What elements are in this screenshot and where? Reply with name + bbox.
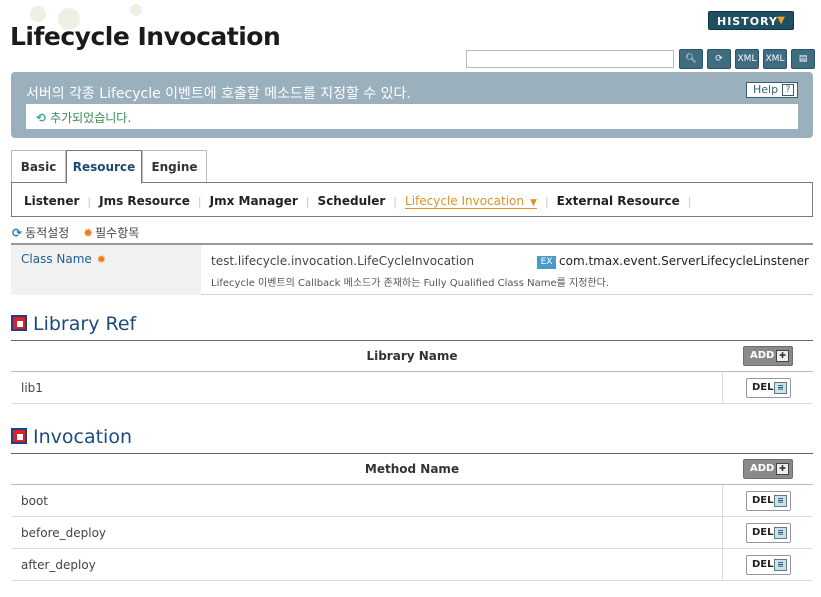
header-decoration [130, 4, 142, 16]
help-label: Help [753, 83, 779, 96]
invocation-section-title: Invocation [11, 426, 132, 448]
subnav-item-jms-resource[interactable]: Jms Resource [99, 194, 190, 208]
subnav-item-label: Lifecycle Invocation [405, 194, 524, 208]
required-icon: ✹ [83, 226, 94, 240]
subnav-divider: | [393, 195, 398, 208]
delete-label: DEL [752, 527, 774, 538]
add-icon: ✚ [776, 350, 789, 362]
library-delete-button[interactable]: DEL ≡ [746, 378, 791, 398]
add-icon: ✚ [776, 463, 789, 475]
dynamic-setting-icon: ⟳ [12, 226, 23, 240]
library-name-column: Library Name [366, 349, 458, 363]
triangle-down-icon: ▼ [530, 198, 537, 208]
invocation-delete-button[interactable]: DEL ≡ [746, 491, 791, 511]
method-name-cell: after_deploy [21, 558, 96, 572]
library-name-cell: lib1 [21, 381, 43, 395]
sub-navigation: Listener | Jms Resource | Jmx Manager | Schedu… [11, 182, 813, 217]
table-row: boot DEL ≡ [11, 485, 813, 517]
subnav-item-listener[interactable]: Listener [24, 194, 79, 208]
invocation-header: Method Name ADD ✚ [11, 454, 813, 485]
page-description: 서버의 각종 Lifecycle 이벤트에 호출할 메소드를 지정할 수 있다. [26, 86, 411, 102]
legend-required: 필수항목 [95, 226, 140, 240]
delete-label: DEL [752, 495, 774, 506]
history-button[interactable]: HISTORY ▼ [708, 11, 794, 30]
tab-resource[interactable]: Resource [66, 150, 142, 184]
table-row: lib1 DEL ≡ [11, 372, 813, 404]
delete-label: DEL [752, 559, 774, 570]
table-row: after_deploy DEL ≡ [11, 549, 813, 581]
library-ref-header: Library Name ADD ✚ [11, 341, 813, 372]
chevron-down-icon: ▼ [777, 15, 786, 26]
invocation-delete-button[interactable]: DEL ≡ [746, 555, 791, 575]
library-ref-section-title: Library Ref [11, 313, 136, 335]
section-flag-icon [11, 428, 27, 444]
library-add-button[interactable]: ADD ✚ [743, 346, 793, 366]
add-label: ADD [750, 350, 775, 361]
library-ref-table: Library Name ADD ✚ lib1 DEL ≡ [11, 340, 813, 404]
row-actions: DEL ≡ [722, 372, 813, 403]
method-name-column: Method Name [364, 462, 460, 476]
delete-icon: ≡ [774, 382, 787, 394]
delete-icon: ≡ [774, 527, 787, 539]
section-flag-icon [11, 315, 27, 331]
library-ref-title: Library Ref [33, 313, 137, 335]
subnav-divider: | [305, 195, 310, 208]
legend-dynamic: 동적설정 [25, 226, 70, 240]
page-title: Lifecycle Invocation [10, 22, 281, 51]
invocation-delete-button[interactable]: DEL ≡ [746, 523, 791, 543]
subnav-item-scheduler[interactable]: Scheduler [318, 194, 386, 208]
class-name-form: Class Name ✹ test.lifecycle.invocation.Li… [11, 243, 813, 295]
row-actions: DEL ≡ [722, 485, 813, 516]
row-actions: DEL ≡ [722, 517, 813, 548]
delete-icon: ≡ [774, 559, 787, 571]
info-box: 서버의 각종 Lifecycle 이벤트에 호출할 메소드를 지정할 수 있다.… [11, 72, 813, 138]
method-name-cell: before_deploy [21, 526, 107, 540]
method-name-cell: boot [21, 494, 49, 508]
table-row: before_deploy DEL ≡ [11, 517, 813, 549]
header-decoration [30, 6, 46, 22]
sync-icon: ⟲ [36, 111, 47, 125]
xml-import-icon[interactable]: XML [763, 49, 787, 69]
required-icon: ✹ [96, 253, 107, 266]
class-name-label: Class Name [21, 252, 92, 266]
subnav-divider: | [544, 195, 549, 208]
tab-engine[interactable]: Engine [142, 150, 207, 183]
status-message: ⟲ 추가되었습니다. [26, 104, 798, 129]
example-value: com.tmax.event.ServerLifecycleLinstener [559, 254, 809, 268]
subnav-divider: | [197, 195, 202, 208]
row-actions: DEL ≡ [722, 549, 813, 580]
refresh-icon[interactable]: ⟳ [707, 49, 731, 69]
invocation-title: Invocation [33, 426, 132, 448]
subnav-item-external-resource[interactable]: External Resource [557, 194, 680, 208]
invocation-table: Method Name ADD ✚ boot DEL ≡ before_deploy… [11, 453, 813, 581]
search-input[interactable] [466, 50, 674, 68]
search-icon[interactable]: 🔍︎ [679, 49, 703, 69]
subnav-divider: | [87, 195, 92, 208]
class-name-label-cell: Class Name ✹ [11, 245, 201, 295]
example-badge: EX [537, 256, 557, 269]
subnav-item-lifecycle-invocation[interactable]: Lifecycle Invocation ▼ [405, 194, 537, 209]
help-button[interactable]: Help ? [746, 82, 798, 98]
legend: ⟳ 동적설정 ✹ 필수항목 [12, 224, 139, 241]
xml-export-icon[interactable]: XML [735, 49, 759, 69]
class-name-value[interactable]: test.lifecycle.invocation.LifeCycleInvoc… [211, 254, 474, 268]
class-name-hint: Lifecycle 이벤트의 Callback 메소드가 존재하는 Fully … [211, 278, 610, 289]
history-label: HISTORY [717, 15, 778, 28]
add-label: ADD [750, 463, 775, 474]
status-message-text: 추가되었습니다. [50, 111, 132, 125]
class-name-example: EX com.tmax.event.ServerLifecycleLinstene… [537, 254, 809, 269]
delete-label: DEL [752, 382, 774, 393]
save-icon[interactable]: ▤ [791, 49, 815, 69]
subnav-divider: | [687, 195, 692, 208]
invocation-add-button[interactable]: ADD ✚ [743, 459, 793, 479]
tab-basic[interactable]: Basic [11, 150, 66, 183]
subnav-item-jmx-manager[interactable]: Jmx Manager [210, 194, 298, 208]
delete-icon: ≡ [774, 495, 787, 507]
help-icon: ? [782, 84, 794, 96]
